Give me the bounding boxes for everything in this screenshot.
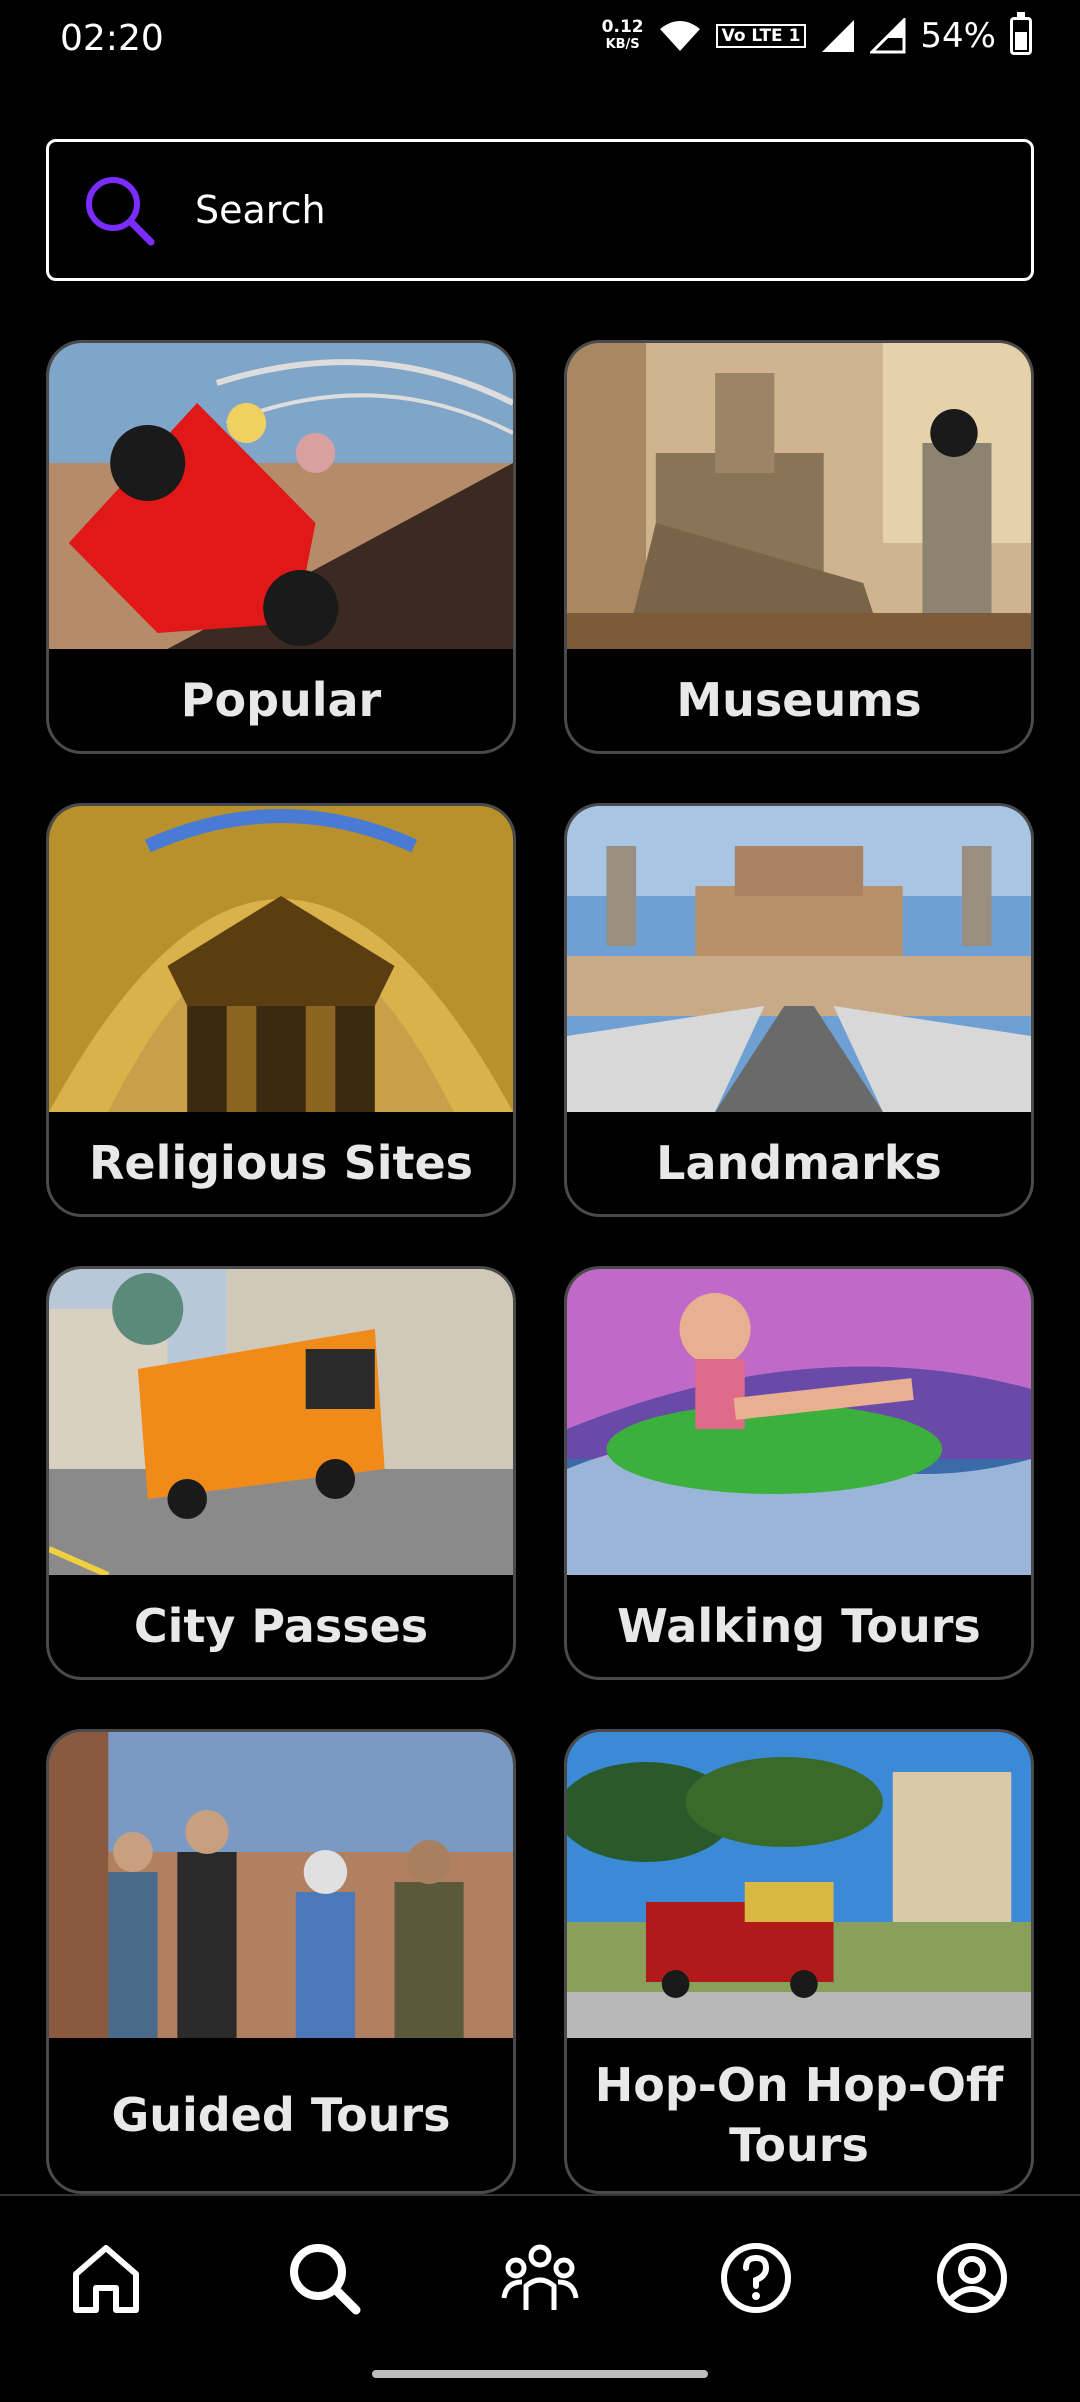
category-card-guided-tours[interactable]: Guided Tours — [46, 1729, 516, 2194]
wifi-icon — [659, 21, 700, 51]
network-speed-value: 0.12 — [601, 17, 644, 37]
status-time: 02:20 — [60, 18, 164, 59]
battery-percent: 54% — [920, 16, 996, 56]
category-card-landmarks[interactable]: Landmarks — [564, 803, 1034, 1217]
museums-image — [567, 343, 1031, 649]
category-label: Popular — [180, 673, 382, 727]
religious-sites-image — [49, 806, 513, 1112]
search-input[interactable] — [193, 187, 997, 233]
category-label: Guided Tours — [111, 2087, 451, 2142]
status-bar: 02:20 0.12 KB/S Vo LTE 1 54% — [0, 0, 1080, 80]
volte-badge: Vo LTE 1 — [715, 24, 807, 48]
category-label: Walking Tours — [617, 1599, 981, 1653]
help-icon[interactable] — [716, 2238, 796, 2318]
search-icon — [86, 177, 155, 246]
city-passes-image — [49, 1269, 513, 1575]
signal-icon — [822, 20, 855, 52]
hop-on-hop-off-tours-image — [567, 1732, 1031, 2038]
category-card-walking-tours[interactable]: Walking Tours — [564, 1266, 1034, 1680]
network-speed: 0.12 KB/S — [602, 19, 644, 53]
status-icons: 0.12 KB/S Vo LTE 1 54% — [602, 12, 1032, 56]
category-card-hop-on-hop-off-tours[interactable]: Hop-On Hop-Off Tours — [564, 1729, 1034, 2194]
category-card-religious-sites[interactable]: Religious Sites — [46, 803, 516, 1217]
landmarks-image — [567, 806, 1031, 1112]
search-bar[interactable] — [46, 139, 1034, 281]
walking-tours-image — [567, 1269, 1031, 1575]
profile-icon[interactable] — [932, 2238, 1012, 2318]
category-label: Museums — [676, 673, 922, 727]
search-icon[interactable] — [284, 2238, 364, 2318]
popular-image — [49, 343, 513, 649]
signal-roaming-icon — [870, 18, 906, 54]
network-speed-unit: KB/S — [605, 37, 640, 52]
category-card-city-passes[interactable]: City Passes — [46, 1266, 516, 1680]
category-card-museums[interactable]: Museums — [564, 340, 1034, 754]
category-label: Religious Sites — [88, 1136, 474, 1190]
category-card-popular[interactable]: Popular — [46, 340, 516, 754]
category-label: City Passes — [133, 1599, 429, 1653]
battery-icon — [1010, 12, 1032, 55]
home-indicator[interactable] — [372, 2370, 708, 2378]
community-icon[interactable] — [500, 2238, 580, 2318]
category-label: Landmarks — [656, 1136, 942, 1190]
guided-tours-image — [49, 1732, 513, 2038]
home-icon[interactable] — [66, 2238, 146, 2318]
category-label: Hop-On Hop-Off Tours — [594, 2057, 1004, 2172]
